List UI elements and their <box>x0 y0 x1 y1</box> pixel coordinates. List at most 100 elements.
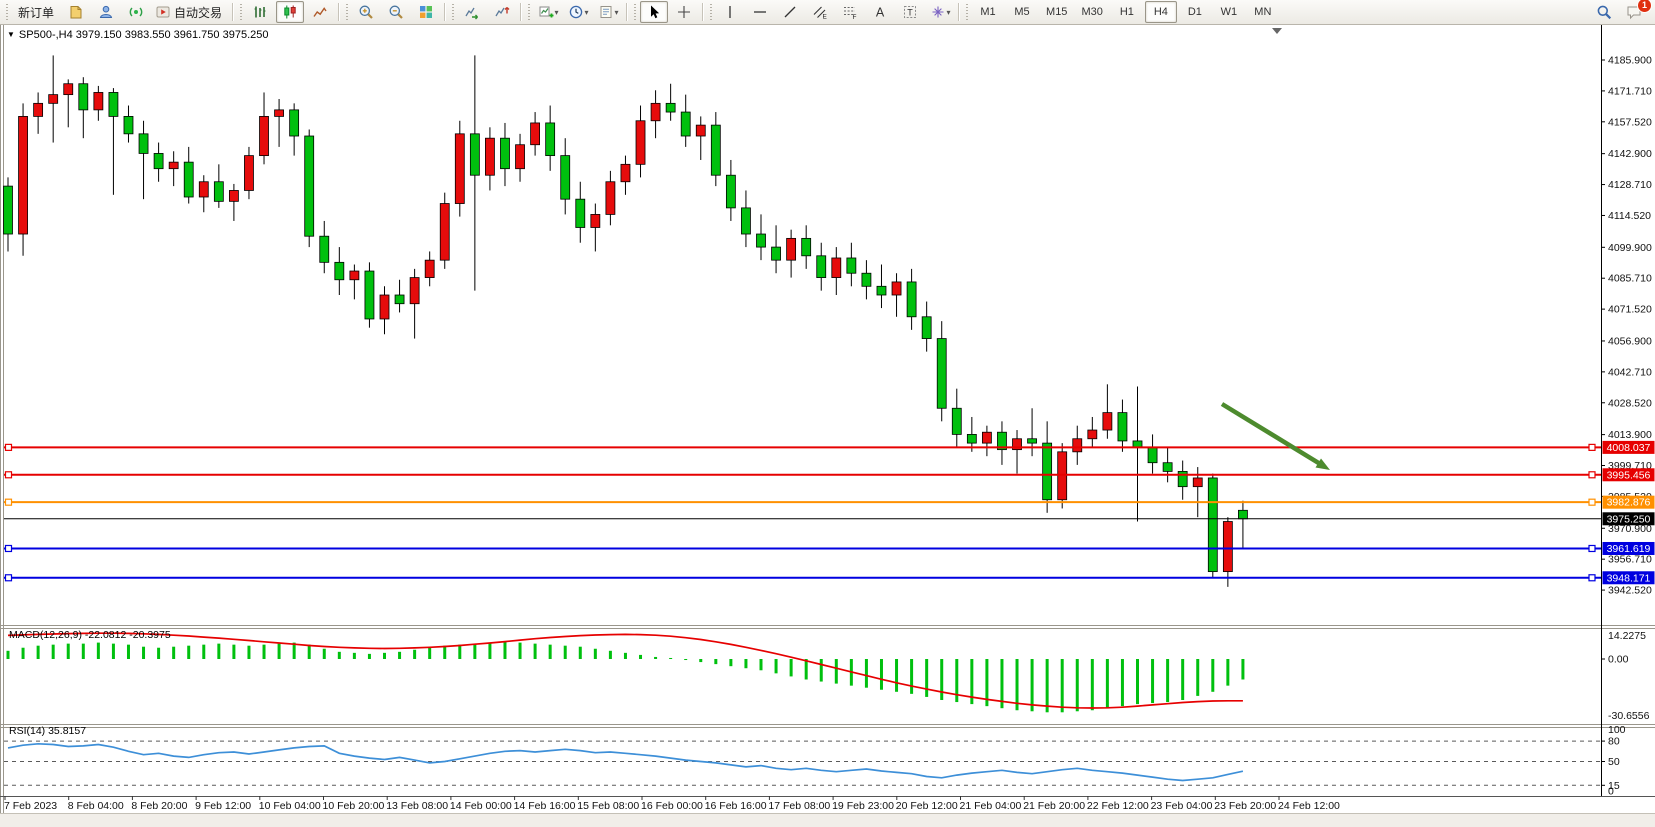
hline-3961.619[interactable] <box>4 545 1601 551</box>
price-tick-label: 4013.900 <box>1608 429 1652 441</box>
macd-pane <box>8 633 1243 712</box>
toolbar-grip[interactable] <box>709 4 713 20</box>
chart-svg[interactable]: 4185.9004171.7104157.5204142.9004128.710… <box>0 25 1655 813</box>
toolbar-separator <box>702 3 704 21</box>
tf-m1-button[interactable]: M1 <box>972 1 1004 23</box>
tf-m5-button[interactable]: M5 <box>1006 1 1038 23</box>
zoom-in-button[interactable] <box>352 1 380 23</box>
hline-right-handle[interactable] <box>1589 545 1595 551</box>
hline-right-handle[interactable] <box>1589 575 1595 581</box>
candle-body <box>64 84 73 95</box>
hline-left-handle[interactable] <box>6 575 12 581</box>
chart-canvas[interactable]: 4185.9004171.7104157.5204142.9004128.710… <box>0 25 1655 818</box>
crosshair-button[interactable] <box>670 1 698 23</box>
toolbar-group: EFAT ▾ <box>715 0 955 24</box>
chart-menu-triangle-icon[interactable]: ▼ <box>7 30 15 39</box>
tf-h4-button[interactable]: H4 <box>1145 1 1177 23</box>
deposit-icon[interactable] <box>62 1 90 23</box>
candlestick-series <box>4 55 1248 586</box>
candle-body <box>606 182 615 215</box>
horizontal-line-button[interactable] <box>746 1 774 23</box>
chart-shift-button[interactable] <box>488 1 516 23</box>
tf-m30-button-label: M30 <box>1078 6 1105 18</box>
price-axis[interactable]: 4185.9004171.7104157.5204142.9004128.710… <box>1601 25 1655 798</box>
hline-right-handle[interactable] <box>1589 499 1595 505</box>
candlestick-chart-button[interactable] <box>276 1 304 23</box>
zoom-out-button[interactable] <box>382 1 410 23</box>
templates-button[interactable]: ▾ <box>594 1 622 23</box>
toolbar-grip[interactable] <box>345 4 349 20</box>
fibonacci-icon: F <box>842 4 858 20</box>
channel-button[interactable]: E <box>806 1 834 23</box>
line-chart-button[interactable] <box>306 1 334 23</box>
new-order-button[interactable]: 新订单 <box>12 1 60 23</box>
hline-left-handle[interactable] <box>6 499 12 505</box>
hline-right-handle[interactable] <box>1589 444 1595 450</box>
toolbar-grip[interactable] <box>965 4 969 20</box>
tf-w1-button[interactable]: W1 <box>1213 1 1245 23</box>
autotrade-button[interactable]: 自动交易 <box>152 1 228 23</box>
dropdown-arrow-icon[interactable]: ▾ <box>555 8 559 17</box>
signals-icon[interactable] <box>122 1 150 23</box>
trend-arrow-annotation[interactable] <box>1222 404 1330 470</box>
rsi-pane-splitter[interactable] <box>0 725 1655 728</box>
time-tick-label: 22 Feb 12:00 <box>1087 800 1149 812</box>
periods-icon <box>568 4 584 20</box>
vertical-line-button[interactable] <box>716 1 744 23</box>
chart-shift-marker-icon[interactable] <box>1272 28 1282 34</box>
new-order-button-label: 新订单 <box>15 4 57 21</box>
toolbar-grip[interactable] <box>5 4 9 20</box>
tf-mn-button[interactable]: MN <box>1247 1 1279 23</box>
hline-left-handle[interactable] <box>6 472 12 478</box>
bar-chart-button[interactable] <box>246 1 274 23</box>
candle-body <box>425 260 434 277</box>
autotrade-icon <box>155 4 171 20</box>
cursor-button[interactable] <box>640 1 668 23</box>
tf-d1-button[interactable]: D1 <box>1179 1 1211 23</box>
tf-h1-button[interactable]: H1 <box>1111 1 1143 23</box>
price-tick-label: 4085.710 <box>1608 273 1652 285</box>
candle-body <box>892 282 901 295</box>
tf-m30-button[interactable]: M30 <box>1075 1 1108 23</box>
dropdown-arrow-icon[interactable]: ▾ <box>585 8 589 17</box>
hline-right-handle[interactable] <box>1589 472 1595 478</box>
auto-scroll-button[interactable] <box>458 1 486 23</box>
indicators-button[interactable]: ▾ <box>534 1 562 23</box>
shapes-button[interactable]: ▾ <box>926 1 954 23</box>
hline-3948.171[interactable] <box>4 575 1601 581</box>
tf-m15-button[interactable]: M15 <box>1040 1 1073 23</box>
auto-scroll-icon <box>464 4 480 20</box>
text-button[interactable]: A <box>866 1 894 23</box>
hline-objects[interactable] <box>4 444 1601 580</box>
zoom-in-icon <box>358 4 374 20</box>
macd-pane-splitter[interactable] <box>0 626 1655 629</box>
toolbar-grip[interactable] <box>451 4 455 20</box>
tile-windows-button[interactable] <box>412 1 440 23</box>
label-button[interactable]: T <box>896 1 924 23</box>
chat-button[interactable]: 1 <box>1620 1 1648 23</box>
hline-3995.456[interactable] <box>4 472 1601 478</box>
dropdown-arrow-icon[interactable]: ▾ <box>947 8 951 17</box>
accounts-icon[interactable] <box>92 1 120 23</box>
toolbar-grip[interactable] <box>239 4 243 20</box>
svg-text:3961.619: 3961.619 <box>1607 543 1651 555</box>
fibonacci-button[interactable]: F <box>836 1 864 23</box>
search-button[interactable] <box>1590 1 1618 23</box>
hline-3982.876[interactable] <box>4 499 1601 505</box>
periods-button[interactable]: ▾ <box>564 1 592 23</box>
price-tick-label: 3942.520 <box>1608 585 1652 597</box>
hline-left-handle[interactable] <box>6 545 12 551</box>
time-axis[interactable]: 7 Feb 20238 Feb 04:008 Feb 20:009 Feb 12… <box>4 796 1340 812</box>
indicators-icon <box>538 4 554 20</box>
candle-body <box>109 92 118 116</box>
hline-left-handle[interactable] <box>6 444 12 450</box>
time-tick-label: 16 Feb 16:00 <box>705 800 767 812</box>
toolbar-grip[interactable] <box>527 4 531 20</box>
toolbar-grip[interactable] <box>633 4 637 20</box>
dropdown-arrow-icon[interactable]: ▾ <box>615 8 619 17</box>
chart-window[interactable]: ▼SP500-,H4 3979.150 3983.550 3961.750 39… <box>0 25 1655 813</box>
shapes-icon <box>930 4 946 20</box>
candle-body <box>696 125 705 136</box>
trendline-button[interactable] <box>776 1 804 23</box>
hline-4008.037[interactable] <box>4 444 1601 450</box>
